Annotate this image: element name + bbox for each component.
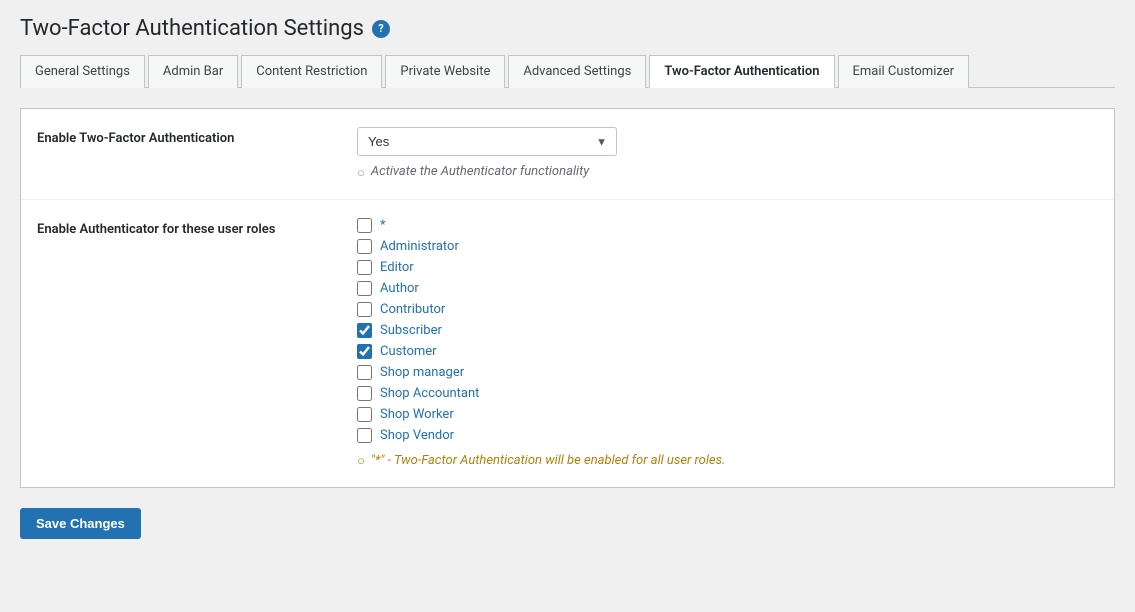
- enable-2fa-select[interactable]: YesNo: [357, 127, 617, 156]
- role-item-shop-manager: Shop manager: [357, 365, 1098, 380]
- role-note-bullet: ○: [357, 453, 365, 469]
- role-checkbox-shop-worker[interactable]: [357, 407, 372, 422]
- role-label-contributor[interactable]: Contributor: [380, 302, 445, 317]
- enable-2fa-row: Enable Two-Factor Authentication YesNo ▼…: [21, 109, 1114, 200]
- role-item-shop-worker: Shop Worker: [357, 407, 1098, 422]
- role-label-customer[interactable]: Customer: [380, 344, 437, 359]
- roles-note: ○ "*" - Two-Factor Authentication will b…: [357, 453, 1098, 469]
- tab-advanced-settings[interactable]: Advanced Settings: [508, 55, 646, 88]
- role-checkbox-subscriber[interactable]: [357, 323, 372, 338]
- page-title-area: Two-Factor Authentication Settings ?: [20, 16, 1115, 41]
- role-item-all: *: [357, 218, 1098, 233]
- enable-2fa-label: Enable Two-Factor Authentication: [37, 127, 357, 146]
- role-label-shop-manager[interactable]: Shop manager: [380, 365, 464, 380]
- user-roles-control: * Administrator Editor Author Contributor Sub…: [357, 218, 1098, 469]
- tab-email-customizer[interactable]: Email Customizer: [838, 55, 970, 88]
- tab-content-restriction[interactable]: Content Restriction: [241, 55, 382, 88]
- enable-2fa-hint: ○ Activate the Authenticator functionali…: [357, 164, 1098, 181]
- role-label-shop-worker[interactable]: Shop Worker: [380, 407, 454, 422]
- roles-list: * Administrator Editor Author Contributor Sub…: [357, 218, 1098, 443]
- role-checkbox-editor[interactable]: [357, 260, 372, 275]
- tabs-bar: General SettingsAdmin BarContent Restric…: [20, 55, 1115, 88]
- role-checkbox-shop-accountant[interactable]: [357, 386, 372, 401]
- role-item-shop-vendor: Shop Vendor: [357, 428, 1098, 443]
- page-title: Two-Factor Authentication Settings: [20, 16, 364, 41]
- enable-2fa-control: YesNo ▼ ○ Activate the Authenticator fun…: [357, 127, 1098, 181]
- save-changes-button[interactable]: Save Changes: [20, 508, 141, 539]
- role-item-editor: Editor: [357, 260, 1098, 275]
- role-label-editor[interactable]: Editor: [380, 260, 414, 275]
- role-label-author[interactable]: Author: [380, 281, 419, 296]
- role-label-subscriber[interactable]: Subscriber: [380, 323, 442, 338]
- hint-text: Activate the Authenticator functionality: [371, 164, 589, 179]
- role-item-shop-accountant: Shop Accountant: [357, 386, 1098, 401]
- role-label-all[interactable]: *: [380, 218, 386, 233]
- role-label-administrator[interactable]: Administrator: [380, 239, 459, 254]
- user-roles-label: Enable Authenticator for these user role…: [37, 218, 357, 237]
- role-item-subscriber: Subscriber: [357, 323, 1098, 338]
- tab-private-website[interactable]: Private Website: [385, 55, 505, 88]
- role-label-shop-vendor[interactable]: Shop Vendor: [380, 428, 454, 443]
- role-item-author: Author: [357, 281, 1098, 296]
- enable-2fa-select-wrap: YesNo ▼: [357, 127, 617, 156]
- role-item-administrator: Administrator: [357, 239, 1098, 254]
- role-checkbox-shop-vendor[interactable]: [357, 428, 372, 443]
- role-checkbox-administrator[interactable]: [357, 239, 372, 254]
- role-checkbox-shop-manager[interactable]: [357, 365, 372, 380]
- role-note-text: "*" - Two-Factor Authentication will be …: [371, 453, 726, 468]
- role-checkbox-contributor[interactable]: [357, 302, 372, 317]
- role-item-customer: Customer: [357, 344, 1098, 359]
- role-checkbox-all[interactable]: [357, 218, 372, 233]
- settings-panel: Enable Two-Factor Authentication YesNo ▼…: [20, 108, 1115, 488]
- tab-two-factor-auth[interactable]: Two-Factor Authentication: [649, 55, 834, 88]
- role-checkbox-customer[interactable]: [357, 344, 372, 359]
- help-icon[interactable]: ?: [372, 20, 390, 38]
- hint-bullet: ○: [357, 165, 365, 181]
- role-label-shop-accountant[interactable]: Shop Accountant: [380, 386, 479, 401]
- user-roles-row: Enable Authenticator for these user role…: [21, 200, 1114, 487]
- tab-general[interactable]: General Settings: [20, 55, 145, 88]
- tab-admin-bar[interactable]: Admin Bar: [148, 55, 238, 88]
- role-checkbox-author[interactable]: [357, 281, 372, 296]
- role-item-contributor: Contributor: [357, 302, 1098, 317]
